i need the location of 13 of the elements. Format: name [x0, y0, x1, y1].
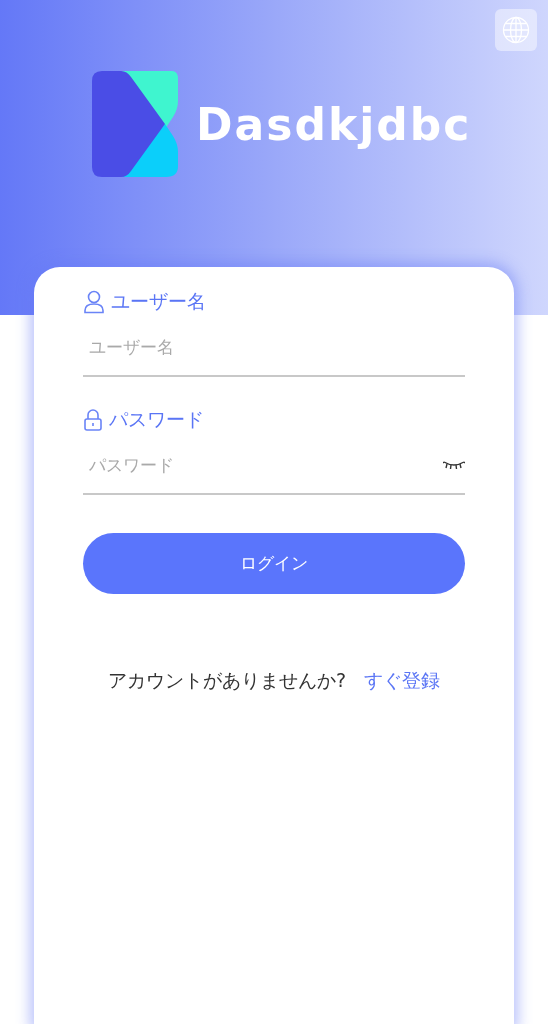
globe-icon — [502, 16, 530, 44]
lock-icon — [83, 409, 103, 431]
login-button[interactable]: ログイン — [83, 533, 465, 594]
username-field[interactable]: ユーザー名 — [83, 337, 465, 357]
logo-icon — [92, 71, 178, 177]
password-field[interactable]: パスワード — [83, 455, 443, 475]
closed-eye-icon[interactable] — [443, 460, 465, 470]
user-icon — [83, 290, 105, 314]
register-link[interactable]: すぐ登録 — [364, 668, 441, 694]
signup-prompt: アカウントがありませんか? — [107, 668, 347, 693]
field-label: ユーザー名 — [111, 289, 206, 314]
field-label: パスワード — [109, 407, 204, 432]
brand-name: Dasdkjdbc — [196, 98, 472, 150]
